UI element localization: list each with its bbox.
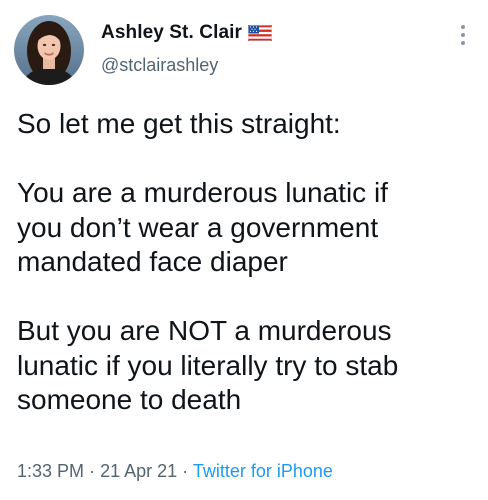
- avatar[interactable]: [14, 15, 84, 85]
- line-break: [17, 280, 477, 315]
- tweet-line: You are a murderous lunatic if: [17, 177, 388, 208]
- tweet-line: So let me get this straight:: [17, 108, 341, 139]
- tweet-line: But you are NOT a murderous: [17, 315, 392, 346]
- more-vertical-icon[interactable]: [458, 22, 468, 48]
- tweet-line: someone to death: [17, 384, 242, 415]
- tweet-date[interactable]: 21 Apr 21: [100, 461, 177, 481]
- tweet-source-link[interactable]: Twitter for iPhone: [193, 461, 333, 481]
- meta-separator: ·: [182, 461, 189, 481]
- us-flag-icon: [247, 25, 272, 41]
- name-row: Ashley St. Clair: [101, 20, 272, 46]
- meta-separator: ·: [89, 461, 96, 481]
- user-handle[interactable]: @stclairashley: [101, 55, 218, 76]
- profile-photo: [14, 15, 84, 85]
- tweet-line: lunatic if you literally try to stab: [17, 349, 399, 381]
- tweet-time[interactable]: 1:33 PM: [17, 461, 84, 481]
- tweet-line: mandated face diaper: [17, 246, 288, 277]
- tweet-meta: 1:33 PM · 21 Apr 21 · Twitter for iPhone: [17, 461, 333, 482]
- tweet-text: So let me get this straight: You are a m…: [17, 107, 477, 418]
- tweet-line: you don’t wear a government: [17, 211, 379, 243]
- tweet-card: Ashley St. Clair @stclairashley So let m…: [0, 0, 488, 500]
- display-name[interactable]: Ashley St. Clair: [101, 22, 242, 44]
- line-break: [17, 142, 477, 177]
